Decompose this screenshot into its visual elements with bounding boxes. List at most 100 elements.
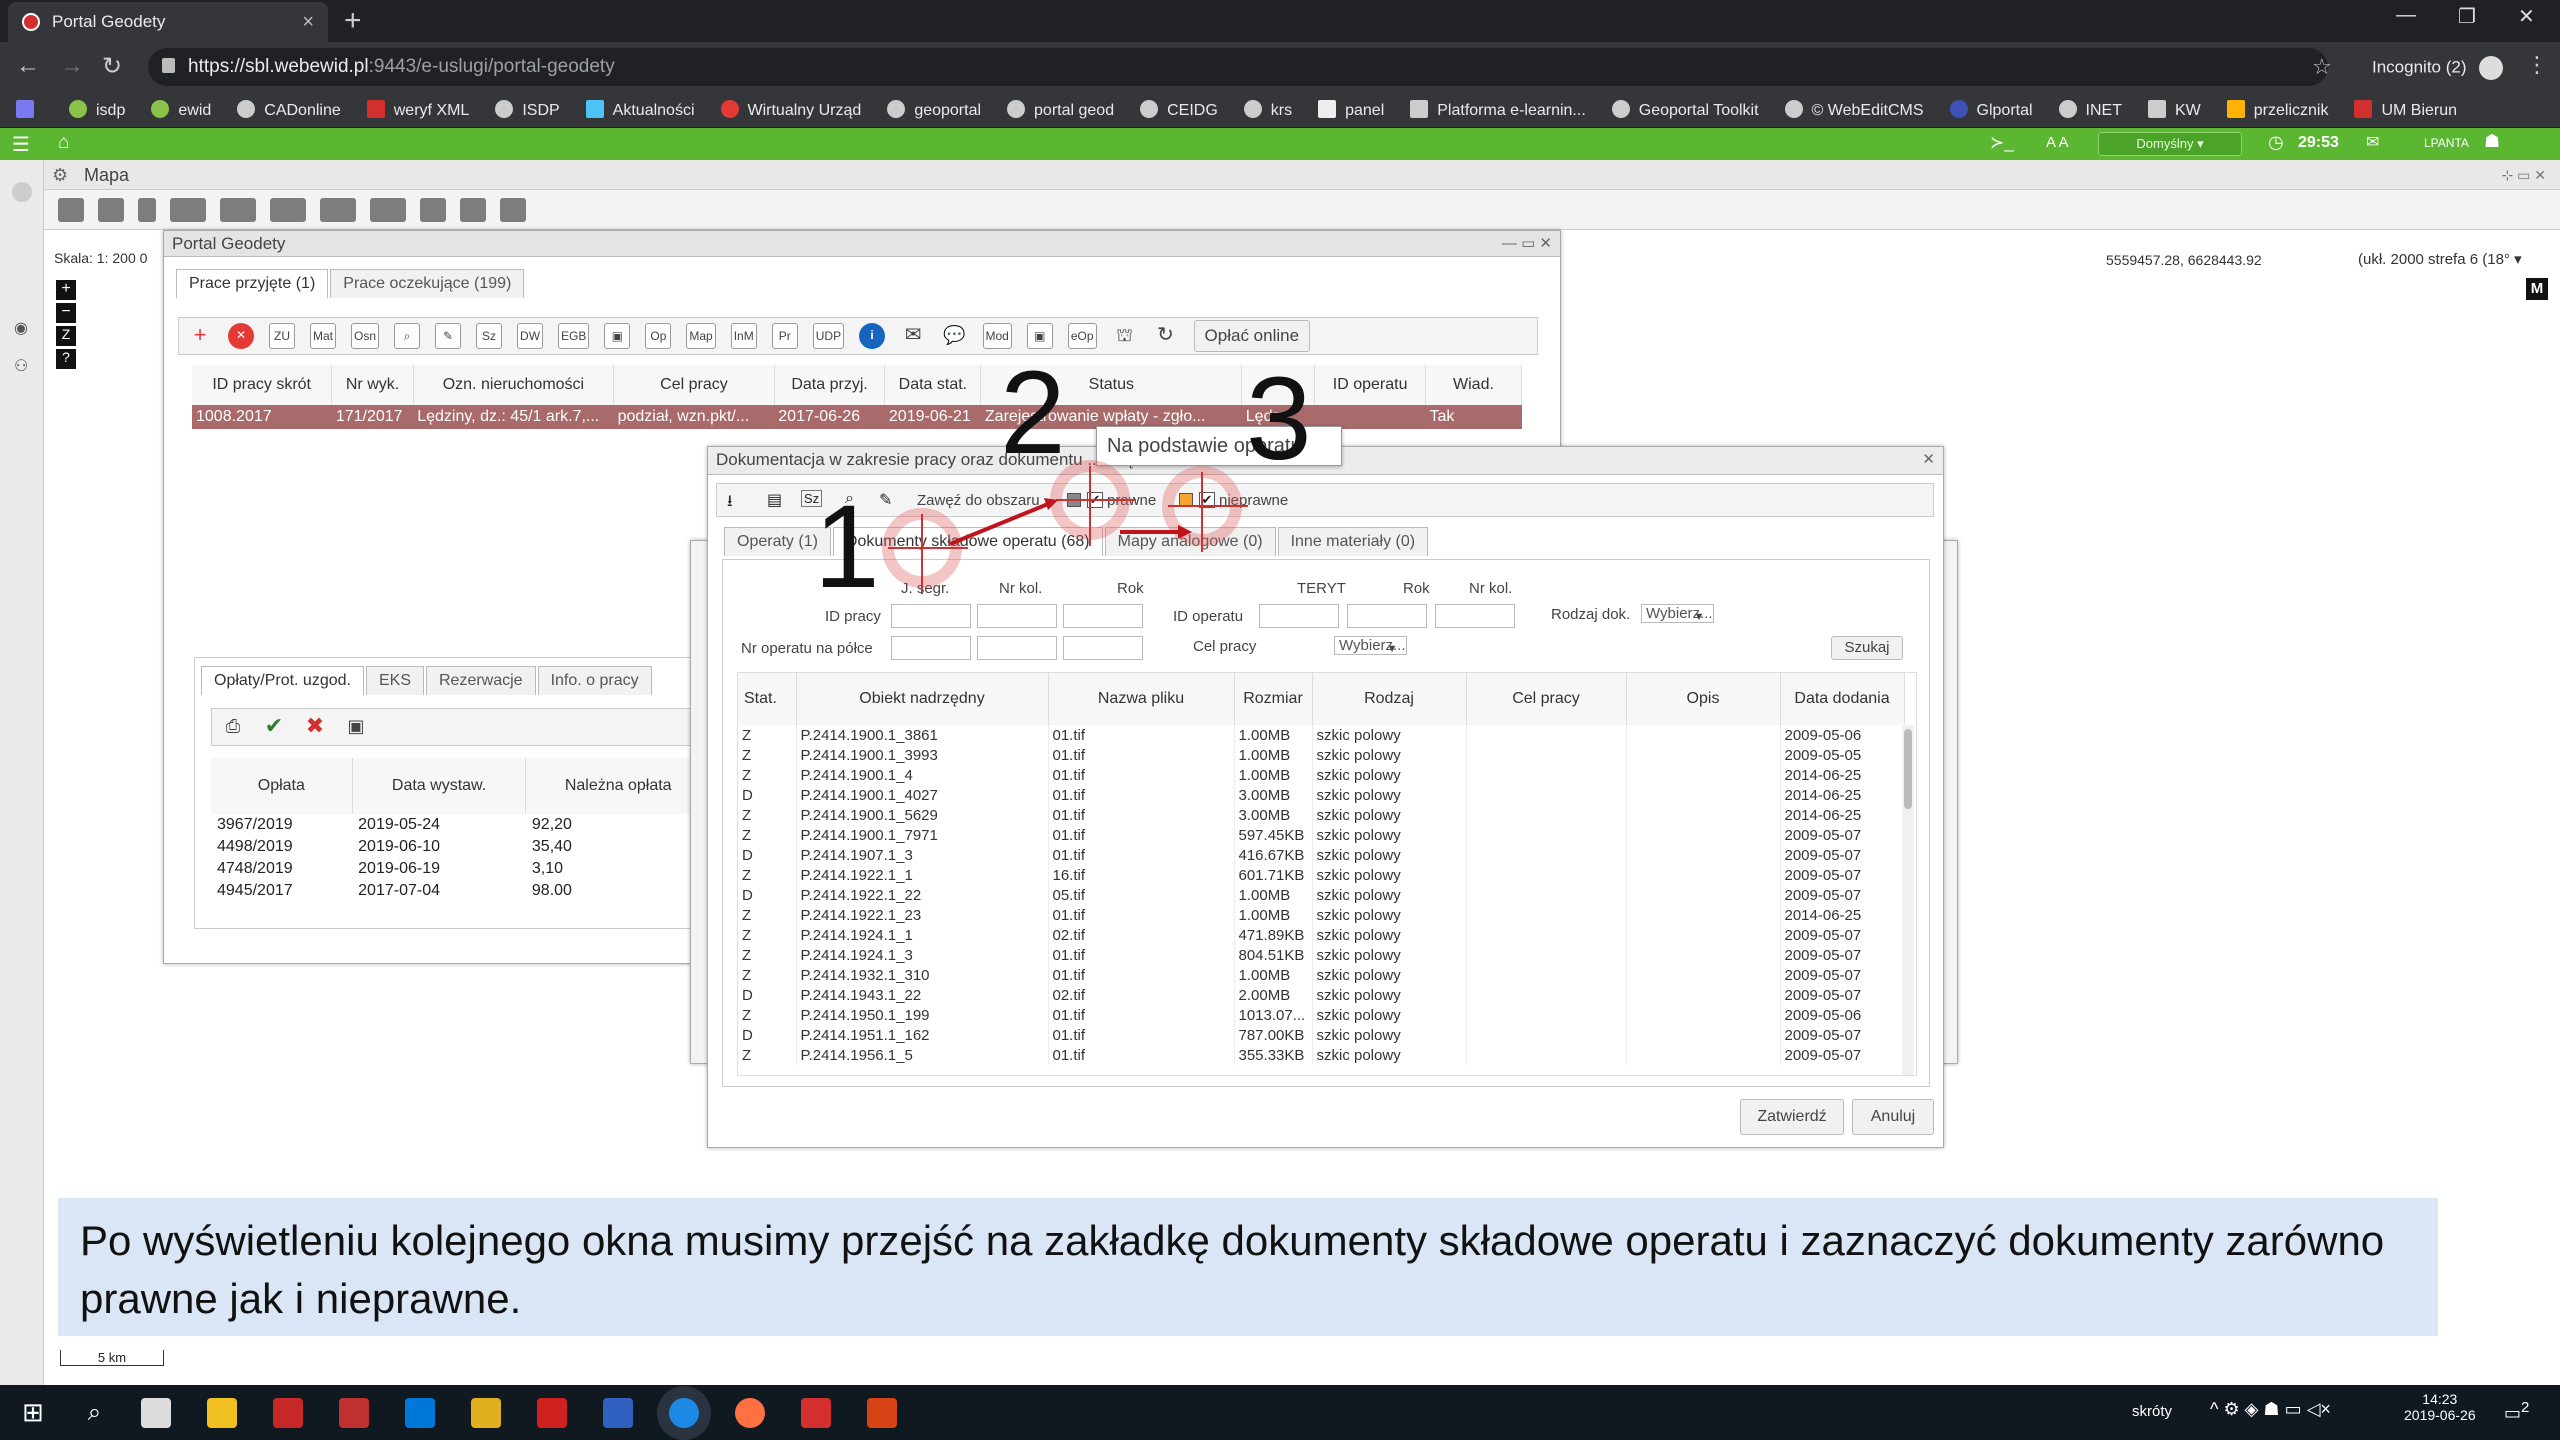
table-row[interactable]: D P.2414.1907.1_3 01.tif 416.67KB szkic polo… [738,845,1905,865]
col-header[interactable]: Rodzaj [1312,673,1467,725]
console-icon[interactable]: ≻_ [1990,133,2014,153]
tab-info[interactable]: Info. o pracy [537,666,652,695]
col-header[interactable]: Nazwa pliku [1048,673,1235,725]
skype-icon[interactable] [405,1397,436,1428]
table-row[interactable]: 4498/2019 2019-06-10 35,40 [211,836,711,858]
bookmark-item[interactable]: Glportal [1949,99,2033,120]
col-header[interactable]: Cel pracy [1466,673,1627,725]
table-row[interactable]: D P.2414.1900.1_4027 01.tif 3.00MB szkic pol… [738,785,1905,805]
shelf-input-1[interactable] [891,636,971,660]
col-header[interactable]: Rozmiar [1234,673,1313,725]
back-icon[interactable]: ← [16,52,40,80]
osn-icon[interactable]: Osn [351,323,380,349]
search-button[interactable]: Szukaj [1831,636,1903,660]
sz-icon[interactable]: Sz [476,323,503,349]
op-icon[interactable]: Op [645,323,672,349]
table-row[interactable]: Z P.2414.1900.1_3993 01.tif 1.00MB szkic pol… [738,745,1905,765]
bookmark-apps[interactable] [16,99,43,120]
nrkol-input[interactable] [977,604,1057,628]
select-icon[interactable] [320,197,356,222]
col-header[interactable]: Data wystaw. [352,758,527,814]
info-icon[interactable]: i [859,323,886,349]
url-field[interactable]: https://sbl.webewid.pl:9443/e-uslugi/por… [148,48,2328,86]
bookmark-item[interactable]: Geoportal Toolkit [1611,99,1759,120]
col-header[interactable]: Nr wyk. [331,365,414,405]
table-row[interactable]: Z P.2414.1924.1_3 01.tif 804.51KB szkic polo… [738,945,1905,965]
mail-icon[interactable]: ✉ [900,323,926,349]
table-row[interactable]: Z P.2414.1932.1_310 01.tif 1.00MB szkic polo… [738,965,1905,985]
shortcuts-label[interactable]: skróty [2132,1403,2172,1420]
zu-icon[interactable]: ZU [269,323,295,349]
tab-close-icon[interactable]: × [302,11,314,34]
table-row[interactable]: 4945/2017 2017-07-04 98.00 [211,880,711,902]
bookmark-item[interactable]: Aktualności [585,99,695,120]
table-row[interactable]: Z P.2414.1922.1_23 01.tif 1.00MB szkic polow… [738,905,1905,925]
table-row[interactable]: Z P.2414.1922.1_1 16.tif 601.71KB szkic polo… [738,865,1905,885]
list-icon[interactable] [98,197,124,222]
tab-rezerwacje[interactable]: Rezerwacje [425,666,536,695]
pay-online-button[interactable]: Opłać online [1193,320,1311,352]
bookmark-item[interactable]: krs [1243,99,1292,120]
scrollbar-thumb[interactable] [1904,729,1912,809]
nrkol2-input[interactable] [1435,604,1515,628]
export-icon[interactable] [500,197,526,222]
pdf-tool-icon[interactable] [339,1397,370,1428]
table-row[interactable]: Z P.2414.1950.1_199 01.tif 1013.07... szkic … [738,1005,1905,1025]
measure-icon[interactable] [370,197,406,222]
bookmark-star-icon[interactable]: ☆ [2312,54,2332,80]
col-header[interactable]: Opis [1626,673,1781,725]
zoom-extent-icon[interactable]: Z [56,326,76,346]
bookmark-item[interactable]: geoportal [887,99,981,120]
reload-icon[interactable]: ↻ [102,52,122,81]
camera-icon[interactable]: ▣ [343,714,369,740]
bookmark-item[interactable]: KW [2148,99,2201,120]
tab-inne-materialy[interactable]: Inne materiały (0) [1277,527,1429,556]
egb-icon[interactable]: EGB [558,323,590,349]
minimize-icon[interactable]: — [2396,4,2416,27]
shelf-input-3[interactable] [1063,636,1143,660]
table-row[interactable]: Z P.2414.1956.1_5 01.tif 355.33KB szkic polo… [738,1045,1905,1065]
table-row[interactable]: D P.2414.1951.1_162 01.tif 787.00KB szkic po… [738,1025,1905,1045]
profile-select[interactable]: Domyślny ▾ [2098,132,2242,156]
refresh-icon[interactable]: ↻ [1153,323,1179,349]
eop-icon[interactable]: eOp [1067,323,1097,349]
bookmark-item[interactable]: isdp [69,99,125,120]
confirm-button[interactable]: Zatwierdź [1740,1099,1844,1135]
segr-input[interactable] [891,604,971,628]
pr-icon[interactable]: Pr [771,323,798,349]
hamburger-icon[interactable]: ☰ [12,132,30,157]
tray-icons[interactable]: ^ ⚙ ◈ ☗ ▭ ◁× [2210,1399,2331,1420]
binoculars-icon[interactable]: ⛫ [1112,323,1138,349]
inm-icon[interactable]: InM [730,323,757,349]
bookmark-item[interactable]: weryf XML [366,99,469,120]
col-header[interactable]: Ozn. nieruchomości [413,365,615,405]
rodzaj-select[interactable]: Wybierz... [1641,604,1714,623]
restore-icon[interactable]: ❐ [2458,4,2476,29]
map-m-button[interactable]: M [2526,278,2548,300]
gear-icon[interactable]: ⚙ [52,160,68,190]
user-icon[interactable]: ☗ [2484,131,2500,152]
edit-icon[interactable]: ✎ [435,323,462,349]
help-icon[interactable]: ? [56,349,76,369]
teryt-input[interactable] [1259,604,1339,628]
bookmark-item[interactable]: UM Bierun [2354,99,2457,120]
bookmark-item[interactable]: CADonline [237,99,341,120]
table-row[interactable]: D P.2414.1943.1_22 02.tif 2.00MB szkic polow… [738,985,1905,1005]
shelf-input-2[interactable] [977,636,1057,660]
chat-icon[interactable]: 💬 [941,323,967,349]
col-header[interactable]: Należna opłata [525,758,711,814]
rok-input[interactable] [1063,604,1143,628]
table-row[interactable]: Z P.2414.1900.1_5629 01.tif 3.00MB szkic pol… [738,805,1905,825]
crs-select[interactable]: (ukł. 2000 strefa 6 (18° ▾ [2358,250,2522,268]
close-window-icon[interactable]: ✕ [2518,4,2535,29]
map-icon[interactable]: Map [686,323,716,349]
bookmark-item[interactable]: ISDP [495,99,560,120]
col-header[interactable]: ID pracy skrót [192,365,333,405]
zoom-out-icon[interactable]: − [56,303,76,323]
app-icon[interactable] [603,1397,634,1428]
window-controls[interactable]: — ▭ ✕ [1502,231,1552,257]
print-icon[interactable] [460,197,486,222]
tab-eks[interactable]: EKS [365,666,424,695]
app-icon[interactable] [537,1397,568,1428]
bookmark-item[interactable]: CEIDG [1140,99,1218,120]
